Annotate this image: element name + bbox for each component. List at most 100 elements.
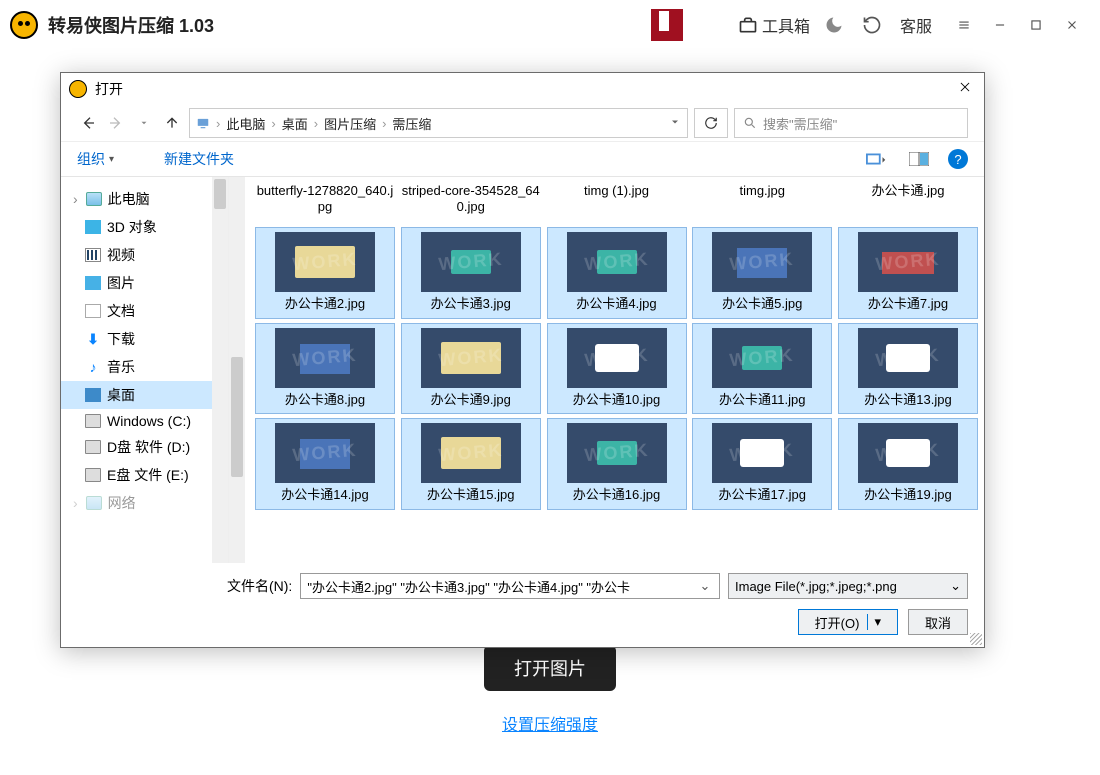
chevron-right-icon: › bbox=[382, 116, 386, 131]
file-item[interactable]: striped-core-354528_640.jpg bbox=[401, 183, 541, 223]
sidebar-item-video[interactable]: 视频 bbox=[61, 241, 228, 269]
chevron-right-icon: › bbox=[271, 116, 275, 131]
maximize-button[interactable] bbox=[1018, 7, 1054, 43]
sidebar-item-net[interactable]: ›网络 bbox=[61, 489, 228, 517]
filename-history-dropdown[interactable]: ⌄ bbox=[697, 578, 713, 594]
nav-up-button[interactable] bbox=[161, 112, 183, 134]
breadcrumb-item[interactable]: 需压缩 bbox=[392, 114, 431, 133]
breadcrumb-item[interactable]: 桌面 bbox=[282, 114, 308, 133]
file-item[interactable]: 办公卡通19.jpg bbox=[838, 418, 978, 510]
sidebar-item-pc[interactable]: ›此电脑 bbox=[61, 185, 228, 213]
nav-forward-button[interactable] bbox=[105, 112, 127, 134]
file-item[interactable]: 办公卡通3.jpg bbox=[401, 227, 541, 319]
file-item[interactable]: 办公卡通13.jpg bbox=[838, 323, 978, 415]
sidebar-item-drive[interactable]: D盘 软件 (D:) bbox=[61, 433, 228, 461]
nav-refresh-button[interactable] bbox=[694, 108, 728, 138]
chevron-down-icon: ▾ bbox=[109, 154, 114, 165]
file-item[interactable]: 办公卡通16.jpg bbox=[547, 418, 687, 510]
chevron-right-icon: › bbox=[216, 116, 220, 131]
file-item[interactable]: timg (1).jpg bbox=[547, 183, 687, 223]
file-item[interactable]: 办公卡通.jpg bbox=[838, 183, 978, 223]
sidebar-item-pic[interactable]: 图片 bbox=[61, 269, 228, 297]
sidebar-item-3d[interactable]: 3D 对象 bbox=[61, 213, 228, 241]
minimize-button[interactable] bbox=[982, 7, 1018, 43]
sidebar-item-label: D盘 软件 (D:) bbox=[107, 437, 190, 457]
nav-recent-button[interactable] bbox=[133, 112, 155, 134]
file-label: 办公卡通3.jpg bbox=[429, 292, 513, 318]
open-image-button[interactable]: 打开图片 bbox=[484, 645, 616, 691]
sidebar-item-drive[interactable]: Windows (C:) bbox=[61, 409, 228, 433]
cancel-button[interactable]: 取消 bbox=[908, 609, 968, 635]
file-item[interactable]: 办公卡通7.jpg bbox=[838, 227, 978, 319]
dialog-close-button[interactable] bbox=[954, 76, 976, 103]
file-item[interactable]: 办公卡通14.jpg bbox=[255, 418, 395, 510]
view-mode-button[interactable] bbox=[864, 149, 890, 169]
file-item[interactable]: 办公卡通17.jpg bbox=[692, 418, 832, 510]
file-item[interactable]: butterfly-1278820_640.jpg bbox=[255, 183, 395, 223]
file-label: 办公卡通.jpg bbox=[872, 183, 945, 199]
file-label: timg.jpg bbox=[739, 183, 785, 199]
file-item[interactable]: 办公卡通11.jpg bbox=[692, 323, 832, 415]
file-item[interactable]: 办公卡通4.jpg bbox=[547, 227, 687, 319]
file-thumbnail bbox=[421, 232, 521, 292]
sidebar-item-drive[interactable]: E盘 文件 (E:) bbox=[61, 461, 228, 489]
sidebar-item-music[interactable]: ♪音乐 bbox=[61, 353, 228, 381]
resize-grip[interactable] bbox=[970, 633, 982, 645]
organize-menu[interactable]: 组织▾ bbox=[77, 149, 114, 169]
sidebar-scrollbar[interactable] bbox=[212, 177, 228, 563]
close-button[interactable] bbox=[1054, 7, 1090, 43]
search-placeholder: 搜索"需压缩" bbox=[763, 114, 837, 133]
file-item[interactable]: 办公卡通10.jpg bbox=[547, 323, 687, 415]
file-item[interactable]: 办公卡通8.jpg bbox=[255, 323, 395, 415]
dialog-logo-icon bbox=[69, 80, 87, 98]
compression-settings-link[interactable]: 设置压缩强度 bbox=[502, 711, 598, 735]
search-input[interactable]: 搜索"需压缩" bbox=[734, 108, 968, 138]
sidebar-item-label: 音乐 bbox=[107, 357, 135, 377]
file-thumbnail bbox=[421, 423, 521, 483]
breadcrumb[interactable]: › 此电脑 › 桌面 › 图片压缩 › 需压缩 bbox=[189, 108, 688, 138]
refresh-button[interactable] bbox=[862, 15, 886, 35]
file-item[interactable]: 办公卡通5.jpg bbox=[692, 227, 832, 319]
filename-input[interactable]: "办公卡通2.jpg" "办公卡通3.jpg" "办公卡通4.jpg" "办公卡… bbox=[300, 573, 720, 599]
file-item[interactable]: 办公卡通9.jpg bbox=[401, 323, 541, 415]
sidebar-item-dl[interactable]: ⬇下载 bbox=[61, 325, 228, 353]
menu-button[interactable] bbox=[946, 7, 982, 43]
sidebar-item-doc[interactable]: 文档 bbox=[61, 297, 228, 325]
app-title: 转易侠图片压缩 1.03 bbox=[48, 12, 214, 38]
new-folder-button[interactable]: 新建文件夹 bbox=[164, 149, 234, 169]
file-open-dialog: 打开 › 此电脑 › 桌面 › 图片压缩 › 需压缩 bbox=[60, 72, 985, 648]
file-label: 办公卡通14.jpg bbox=[279, 483, 370, 509]
breadcrumb-item[interactable]: 此电脑 bbox=[226, 114, 265, 133]
filetype-select[interactable]: Image File(*.jpg;*.jpeg;*.png ⌄ bbox=[728, 573, 968, 599]
breadcrumb-dropdown[interactable] bbox=[669, 116, 681, 131]
theme-button[interactable] bbox=[824, 15, 848, 35]
open-button[interactable]: 打开(O) ▾ bbox=[798, 609, 898, 635]
file-label: 办公卡通8.jpg bbox=[283, 388, 367, 414]
app-logo-icon bbox=[10, 11, 38, 39]
content-scrollbar[interactable] bbox=[229, 177, 245, 563]
breadcrumb-item[interactable]: 图片压缩 bbox=[324, 114, 376, 133]
user-avatar-icon[interactable] bbox=[651, 9, 683, 41]
toolbox-icon bbox=[738, 15, 758, 35]
support-button[interactable]: 客服 bbox=[900, 13, 932, 37]
toolbox-button[interactable]: 工具箱 bbox=[738, 13, 810, 37]
preview-pane-button[interactable] bbox=[906, 149, 932, 169]
pc-icon bbox=[196, 116, 210, 130]
toolbox-label: 工具箱 bbox=[762, 13, 810, 37]
chevron-down-icon: ⌄ bbox=[950, 578, 961, 594]
nav-back-button[interactable] bbox=[77, 112, 99, 134]
file-item[interactable]: 办公卡通15.jpg bbox=[401, 418, 541, 510]
open-dropdown-icon[interactable]: ▾ bbox=[867, 614, 881, 630]
help-button[interactable]: ? bbox=[948, 149, 968, 169]
file-label: 办公卡通15.jpg bbox=[425, 483, 516, 509]
file-item[interactable]: 办公卡通2.jpg bbox=[255, 227, 395, 319]
sidebar-item-label: 3D 对象 bbox=[107, 217, 157, 237]
dialog-titlebar: 打开 bbox=[61, 73, 984, 105]
thumbnail-view-icon bbox=[866, 151, 888, 167]
chevron-right-icon: › bbox=[314, 116, 318, 131]
dialog-title: 打开 bbox=[95, 79, 123, 99]
sidebar: ›此电脑 3D 对象视频图片文档⬇下载♪音乐桌面Windows (C:) D盘 软件… bbox=[61, 177, 229, 563]
file-item[interactable]: timg.jpg bbox=[692, 183, 832, 223]
sidebar-item-desk[interactable]: 桌面 bbox=[61, 381, 228, 409]
dialog-toolbar: 组织▾ 新建文件夹 ? bbox=[61, 141, 984, 177]
